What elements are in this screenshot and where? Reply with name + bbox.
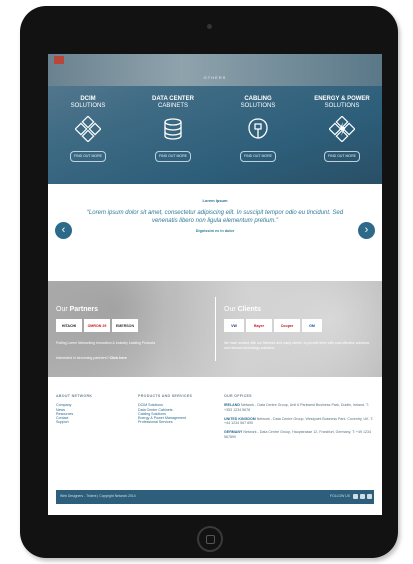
copyright-text: Web Designers - Trident | Copyright Netw… <box>60 494 136 498</box>
office-entry: GERMANY Network - Data Centre Group, Hau… <box>224 430 371 439</box>
footer-heading: PRODUCTS AND SERVICES <box>138 394 193 398</box>
click-here-link[interactable]: Click here <box>110 356 127 360</box>
facebook-icon[interactable] <box>353 494 358 499</box>
solution-dcim[interactable]: DCIM SOLUTIONS FIND OUT MORE <box>53 96 123 162</box>
footer-heading: ABOUT NETWORK <box>56 394 93 398</box>
hero-crane-mark <box>54 56 64 64</box>
partner-logo[interactable]: EMERSON <box>112 319 138 332</box>
tablet-frame: OTHERS DCIM SOLUTIONS FIND OUT MORE DATA… <box>20 6 398 558</box>
testimonial-section: Lorem Ipsum “Lorem ipsum dolor sit amet,… <box>48 184 382 281</box>
partner-logos: HITACHI OMRON 29 EMERSON <box>56 319 138 332</box>
partners-title: Our Partners <box>56 306 99 313</box>
testimonial-author: Dignissim ex in dolor <box>195 229 235 233</box>
office-entry: IRELAND Network - Data Centre Group, Uni… <box>224 403 369 412</box>
partners-clients-section: Our Partners HITACHI OMRON 29 EMERSON Pu… <box>48 281 382 377</box>
find-out-more-button[interactable]: FIND OUT MORE <box>324 151 360 162</box>
footer-link[interactable]: Support <box>56 420 126 424</box>
client-logo[interactable]: VW <box>224 319 244 332</box>
database-icon <box>164 118 182 140</box>
linkedin-icon[interactable] <box>367 494 372 499</box>
footer-offices: OUR OFFICES IRELAND Network - Data Centr… <box>224 394 374 444</box>
solution-energy[interactable]: ENERGY & POWER SOLUTIONS FIND OUT MORE <box>307 96 377 162</box>
energy-icon <box>328 115 356 143</box>
prev-arrow-icon[interactable]: ‹ <box>55 222 72 239</box>
footer-about: ABOUT NETWORK Company News Resources Con… <box>56 394 126 425</box>
clients-description: We have worked with our Network and many… <box>224 341 370 350</box>
find-out-more-button[interactable]: FIND OUT MORE <box>240 151 276 162</box>
footer-bar: Web Designers - Trident | Copyright Netw… <box>56 490 374 504</box>
client-logo[interactable]: Cooper <box>274 319 300 332</box>
clients-title: Our Clients <box>224 306 261 313</box>
footer-heading: OUR OFFICES <box>224 394 252 398</box>
section-divider <box>215 297 216 361</box>
hero-image-strip <box>48 54 382 86</box>
client-logo[interactable]: Bayer <box>246 319 272 332</box>
twitter-icon[interactable] <box>360 494 365 499</box>
follow-us-label: FOLLOW US <box>330 494 350 498</box>
hero-banner: OTHERS DCIM SOLUTIONS FIND OUT MORE DATA… <box>48 54 382 184</box>
footer-products: PRODUCTS AND SERVICES DCIM Solutions Dat… <box>138 394 216 425</box>
website-screen: OTHERS DCIM SOLUTIONS FIND OUT MORE DATA… <box>48 54 382 515</box>
partner-logo[interactable]: HITACHI <box>56 319 82 332</box>
testimonial-quote: “Lorem ipsum dolor sit amet, consectetur… <box>86 210 344 224</box>
solution-cabinets[interactable]: DATA CENTER CABINETS FIND OUT MORE <box>138 96 208 162</box>
partners-description: Putting Lorem Networking Innovation & In… <box>56 341 156 345</box>
footer: ABOUT NETWORK Company News Resources Con… <box>48 377 382 490</box>
find-out-more-button[interactable]: FIND OUT MORE <box>155 151 191 162</box>
camera <box>207 24 212 29</box>
office-entry: UNITED KINGDOM Network - Data Centre Gro… <box>224 416 374 426</box>
find-out-more-button[interactable]: FIND OUT MORE <box>70 151 106 162</box>
solution-cabling[interactable]: CABLING SOLUTIONS FIND OUT MORE <box>223 96 293 162</box>
dcim-icon <box>74 115 102 143</box>
footer-link[interactable]: Professional Services <box>138 420 216 424</box>
partners-cta: Interested in becoming partners? Click h… <box>56 356 127 360</box>
testimonial-kicker: Lorem Ipsum <box>202 198 228 203</box>
site-brand[interactable]: OTHERS <box>48 75 382 80</box>
next-arrow-icon[interactable]: › <box>358 222 375 239</box>
cable-icon <box>248 118 268 139</box>
client-logos: VW Bayer Cooper GM <box>224 319 322 332</box>
home-icon <box>206 535 215 544</box>
partner-logo[interactable]: OMRON 29 <box>84 319 110 332</box>
client-logo[interactable]: GM <box>302 319 322 332</box>
home-button[interactable] <box>197 526 223 552</box>
